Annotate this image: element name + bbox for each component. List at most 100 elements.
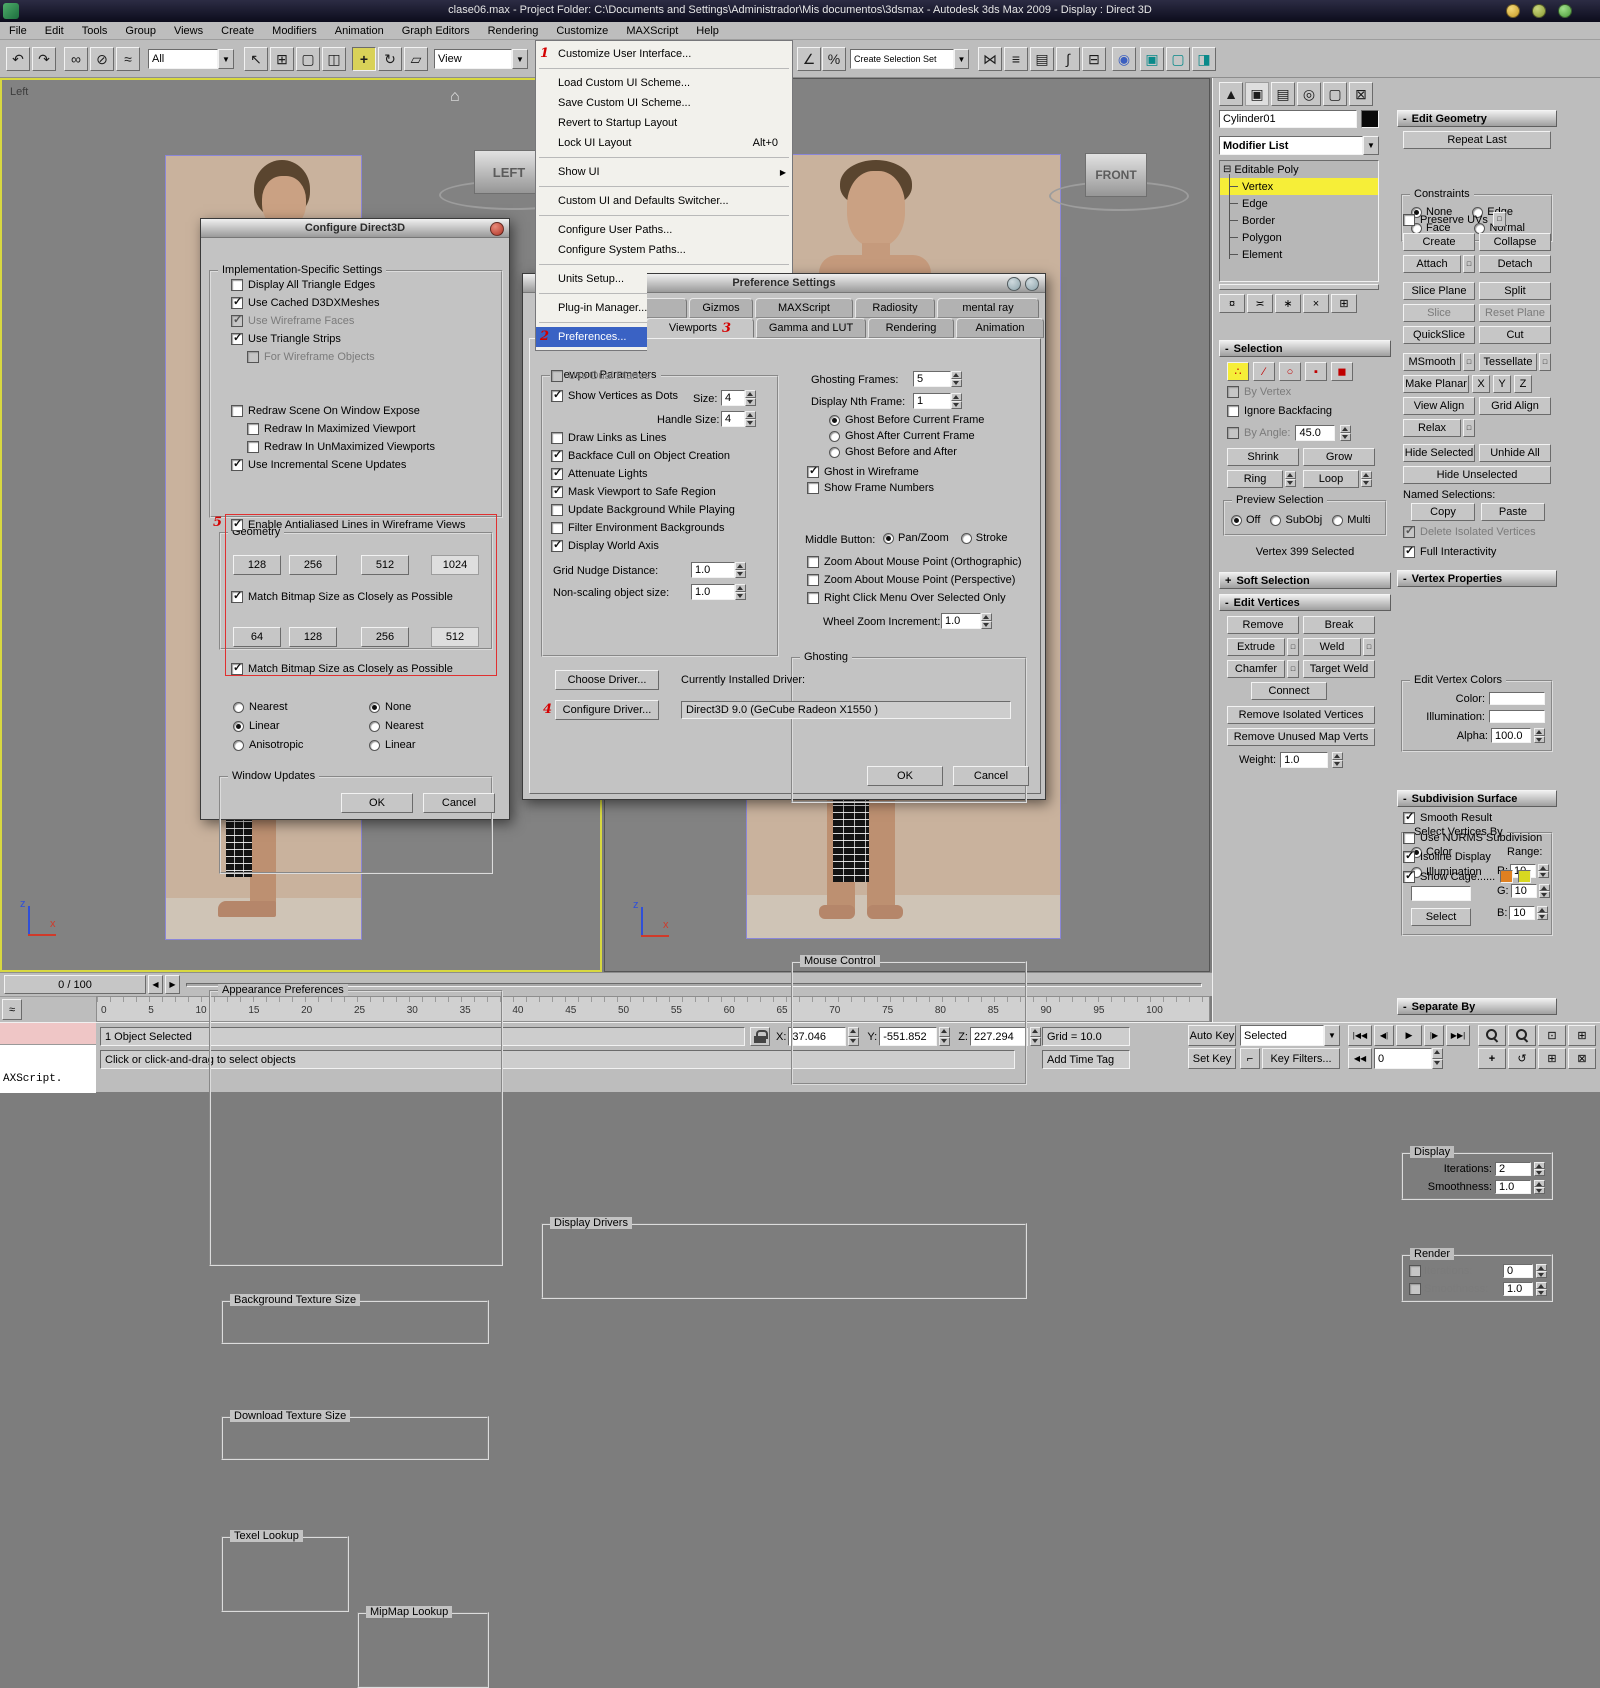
quick-render-button[interactable]: ◨ [1192, 47, 1216, 71]
rollout-edit-geometry[interactable]: -Edit Geometry [1397, 110, 1557, 127]
time-slider-handle[interactable]: 0 / 100 [4, 975, 146, 994]
rollout-separate-by[interactable]: -Separate By [1397, 998, 1557, 1015]
nth-frame-field[interactable]: 1 [913, 393, 951, 409]
use-nurms-checkbox[interactable] [1403, 832, 1415, 844]
make-planar-x-button[interactable]: X [1472, 375, 1490, 393]
close-button[interactable] [1558, 4, 1572, 18]
pin-stack-button[interactable]: ¤ [1219, 294, 1245, 313]
weld-button[interactable]: Weld [1303, 638, 1361, 656]
menu-tools[interactable]: Tools [73, 25, 117, 37]
render-smoothness-checkbox[interactable] [1409, 1283, 1421, 1295]
grow-button[interactable]: Grow [1303, 448, 1375, 466]
chamfer-settings-button[interactable]: □ [1287, 660, 1299, 678]
reset-plane-button[interactable]: Reset Plane [1479, 304, 1551, 322]
stroke-radio[interactable] [961, 533, 972, 544]
remove-modifier-button[interactable]: × [1303, 294, 1329, 313]
layer-manager-button[interactable]: ▤ [1030, 47, 1054, 71]
schematic-view-button[interactable]: ⊟ [1082, 47, 1106, 71]
stack-resize-bar[interactable] [1219, 284, 1379, 290]
render-smoothness-spinner[interactable] [1536, 1282, 1547, 1296]
z-spinner[interactable] [1030, 1027, 1041, 1046]
filter-environment-checkbox[interactable] [551, 522, 563, 534]
selection-filter-dropdown[interactable]: All [148, 49, 218, 69]
weight-field[interactable]: 1.0 [1280, 752, 1328, 768]
render-iterations-field[interactable]: 0 [1503, 1264, 1533, 1278]
add-time-tag[interactable]: Add Time Tag [1042, 1050, 1130, 1069]
menu-rendering[interactable]: Rendering [479, 25, 548, 37]
tessellate-settings-button[interactable]: □ [1539, 353, 1551, 371]
mip-nearest-radio[interactable] [369, 721, 380, 732]
attenuate-lights-checkbox[interactable] [551, 468, 563, 480]
unhide-all-button[interactable]: Unhide All [1479, 444, 1551, 462]
viewcube-front[interactable]: FRONT [1085, 153, 1147, 197]
subobject-polygon-button[interactable]: ▪ [1305, 362, 1327, 381]
view-align-button[interactable]: View Align [1403, 397, 1475, 415]
choose-driver-button[interactable]: Choose Driver... [555, 670, 659, 690]
texel-nearest-radio[interactable] [233, 702, 244, 713]
select-button[interactable]: Select [1411, 908, 1471, 926]
hide-unselected-button[interactable]: Hide Unselected [1403, 466, 1551, 484]
for-wireframe-objects-checkbox[interactable] [247, 351, 259, 363]
listener-pane[interactable]: AXScript. [0, 1045, 96, 1093]
tab-create[interactable]: ▲ [1219, 82, 1243, 106]
menu-item-show-ui[interactable]: Show UI [536, 162, 792, 182]
tab-gizmos[interactable]: Gizmos [689, 298, 753, 318]
msmooth-button[interactable]: MSmooth [1403, 353, 1461, 371]
illumination-swatch[interactable] [1489, 710, 1545, 723]
range-b-spinner[interactable] [1537, 906, 1548, 920]
show-frame-numbers-checkbox[interactable] [807, 482, 819, 494]
dl-size-64-button[interactable]: 64 [233, 627, 281, 647]
percent-snap-button[interactable]: % [822, 47, 846, 71]
expand-icon[interactable]: ⊟ [1223, 164, 1231, 175]
remove-unused-map-verts-button[interactable]: Remove Unused Map Verts [1227, 728, 1375, 746]
zoom-extents-button[interactable]: ⊡ [1538, 1025, 1566, 1046]
stack-vertex[interactable]: Vertex [1220, 178, 1378, 195]
tab-radiosity[interactable]: Radiosity [855, 298, 935, 318]
ghost-before-radio[interactable] [829, 415, 840, 426]
select-rotate-button[interactable]: ↻ [378, 47, 402, 71]
cut-button[interactable]: Cut [1479, 326, 1551, 344]
chamfer-button[interactable]: Chamfer [1227, 660, 1285, 678]
render-smoothness-field[interactable]: 1.0 [1503, 1282, 1533, 1296]
remove-isolated-vertices-button[interactable]: Remove Isolated Vertices [1227, 706, 1375, 724]
close-icon[interactable] [490, 222, 504, 236]
ghost-both-radio[interactable] [829, 447, 840, 458]
select-object-button[interactable]: ↖ [244, 47, 268, 71]
connect-button[interactable]: Connect [1251, 682, 1327, 700]
break-button[interactable]: Break [1303, 616, 1375, 634]
tab-mental-ray[interactable]: mental ray [937, 298, 1039, 318]
open-mini-curve-editor-button[interactable]: ≈ [2, 999, 22, 1020]
iterations-spinner[interactable] [1534, 1162, 1545, 1176]
menu-item-customize-ui[interactable]: 1Customize User Interface... [536, 44, 792, 64]
display-world-axis-checkbox[interactable] [551, 540, 563, 552]
paste-button[interactable]: Paste [1481, 503, 1545, 521]
backface-cull-checkbox[interactable] [551, 450, 563, 462]
field-of-view-button[interactable]: ⊞ [1568, 1025, 1596, 1046]
weight-spinner[interactable] [1332, 752, 1343, 768]
zoom-mouse-persp-checkbox[interactable] [807, 574, 819, 586]
stack-edge[interactable]: Edge [1220, 195, 1378, 212]
loop-spinner[interactable] [1361, 471, 1372, 487]
align-button[interactable]: ≡ [1004, 47, 1028, 71]
ghost-wireframe-checkbox[interactable] [807, 466, 819, 478]
slice-button[interactable]: Slice [1403, 304, 1475, 322]
zoom-all-button[interactable] [1508, 1025, 1536, 1046]
next-frame-button[interactable]: ▶ [165, 975, 180, 994]
handle-size-spinner[interactable] [745, 411, 756, 427]
nth-frame-spinner[interactable] [951, 393, 962, 409]
match-bitmap-size-checkbox-2[interactable] [231, 663, 243, 675]
d3d-dialog-titlebar[interactable]: Configure Direct3D [201, 219, 509, 238]
extrude-settings-button[interactable]: □ [1287, 638, 1299, 656]
subobject-vertex-button[interactable]: ∴ [1227, 362, 1249, 381]
by-angle-spinner[interactable] [1340, 425, 1351, 441]
mip-none-radio[interactable] [369, 702, 380, 713]
panzoom-radio[interactable] [883, 533, 894, 544]
maximize-viewport-toggle[interactable]: ⊞ [1538, 1048, 1566, 1069]
preview-off-radio[interactable] [1231, 515, 1242, 526]
named-selection-set-combo[interactable]: Create Selection Set [850, 49, 954, 69]
named-selection-set-arrow[interactable]: ▼ [954, 49, 969, 69]
arc-rotate-button[interactable]: ↺ [1508, 1048, 1536, 1069]
stack-border[interactable]: Border [1220, 212, 1378, 229]
weld-settings-button[interactable]: □ [1363, 638, 1375, 656]
select-link-button[interactable]: ∞ [64, 47, 88, 71]
